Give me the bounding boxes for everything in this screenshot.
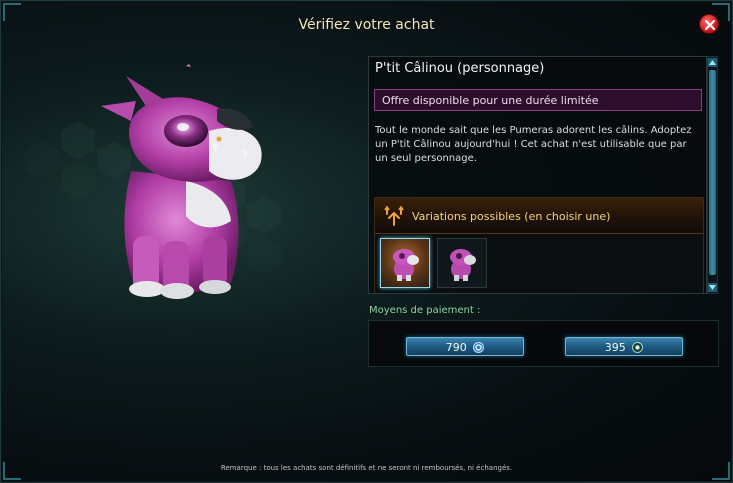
scroll-down-button[interactable]	[708, 283, 717, 292]
variations-section: Variations possibles (en choisir une)	[374, 197, 704, 293]
ogrines-icon	[473, 341, 485, 353]
pet-variation-icon	[450, 249, 476, 281]
variation-thumbnail-1[interactable]	[380, 238, 430, 288]
variations-arrows-icon	[384, 205, 404, 226]
arrow-up-icon	[709, 60, 716, 65]
price-amount: 395	[604, 340, 626, 354]
footer-disclaimer: Remarque : tous les achats sont définiti…	[220, 464, 513, 472]
info-scrollbar[interactable]	[707, 56, 718, 294]
close-button[interactable]	[699, 14, 719, 34]
payment-methods-label: Moyens de paiement :	[369, 305, 481, 316]
limited-offer-banner: Offre disponible pour une durée limitée	[374, 89, 702, 111]
price-amount: 790	[445, 340, 467, 354]
dialog-title: Vérifiez votre achat	[298, 17, 435, 33]
pay-kroz-button[interactable]: 395	[565, 337, 683, 356]
pet-variation-icon	[393, 249, 419, 281]
variations-label: Variations possibles (en choisir une)	[412, 210, 611, 223]
variations-header: Variations possibles (en choisir une)	[375, 198, 703, 234]
purchase-dialog: Vérifiez votre achat P'tit Câlinou (pers…	[0, 0, 733, 483]
item-name: P'tit Câlinou (personnage)	[375, 61, 545, 76]
item-info-panel: P'tit Câlinou (personnage) Offre disponi…	[368, 56, 707, 294]
close-icon	[704, 19, 716, 31]
pet-preview-image	[101, 64, 262, 299]
arrow-down-icon	[709, 285, 716, 290]
pay-ogrines-button[interactable]: 790	[406, 337, 524, 356]
variation-thumbnail-2[interactable]	[437, 238, 487, 288]
item-description: Tout le monde sait que les Pumeras adore…	[375, 125, 692, 164]
scroll-up-button[interactable]	[708, 58, 717, 67]
scroll-thumb[interactable]	[709, 70, 716, 275]
payment-methods-panel: 790 395	[368, 320, 719, 367]
kroz-icon	[632, 341, 644, 353]
